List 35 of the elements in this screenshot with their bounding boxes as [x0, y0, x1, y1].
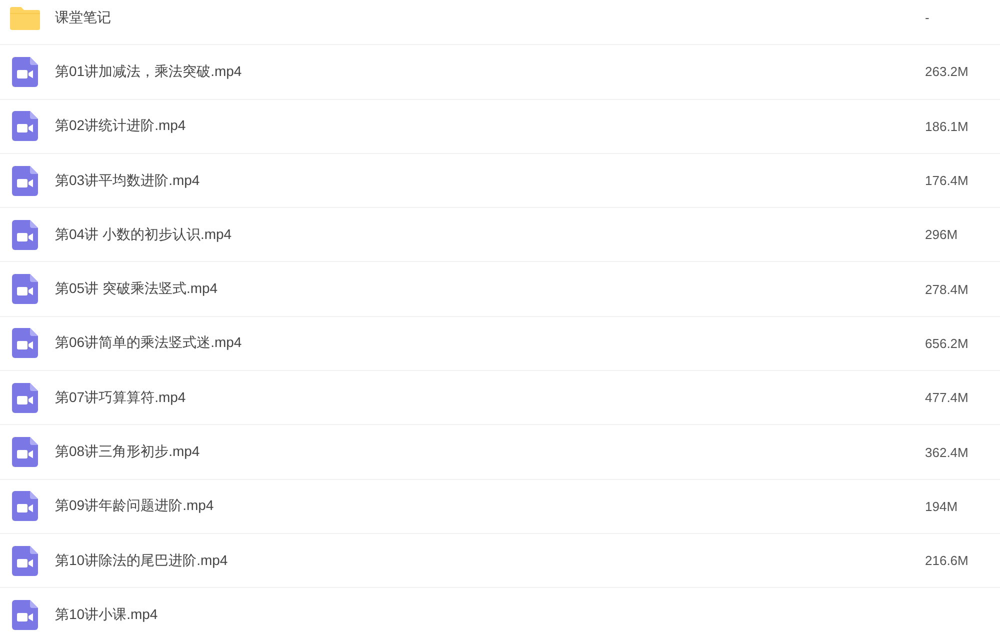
- file-size: 296M: [925, 227, 958, 242]
- video-file-icon: [12, 111, 38, 142]
- file-size: 477.4M: [925, 390, 968, 406]
- file-name[interactable]: 第08讲三角形初步.mp4: [55, 443, 200, 462]
- file-name[interactable]: 第04讲 小数的初步认识.mp4: [55, 226, 232, 244]
- file-size: 216.6M: [925, 553, 968, 568]
- file-size: 176.4M: [925, 173, 968, 188]
- file-name[interactable]: 课堂笔记: [55, 8, 111, 27]
- video-file-icon: [12, 220, 38, 250]
- video-file-icon: [12, 382, 38, 413]
- video-file-icon: [12, 491, 38, 522]
- file-name[interactable]: 第05讲 突破乘法竖式.mp4: [55, 280, 218, 298]
- file-name[interactable]: 第07讲巧算算符.mp4: [55, 388, 186, 407]
- video-file-icon: [12, 546, 38, 576]
- file-name[interactable]: 第01讲加减法，乘法突破.mp4: [55, 62, 242, 81]
- file-name[interactable]: 第02讲统计进阶.mp4: [55, 117, 186, 136]
- file-size: 186.1M: [925, 118, 968, 134]
- video-file-icon: [12, 56, 38, 87]
- video-file-icon: [12, 600, 38, 630]
- video-file-icon: [12, 166, 38, 196]
- video-file-icon: [12, 328, 38, 358]
- file-size: 656.2M: [925, 336, 968, 351]
- video-file-icon: [12, 437, 38, 468]
- file-name[interactable]: 第03讲平均数进阶.mp4: [55, 172, 200, 190]
- file-name[interactable]: 第10讲小课.mp4: [55, 606, 158, 624]
- file-name[interactable]: 第06讲简单的乘法竖式迷.mp4: [55, 334, 242, 352]
- file-size: 362.4M: [925, 444, 968, 460]
- file-size: 278.4M: [925, 282, 968, 297]
- file-name[interactable]: 第09讲年龄问题进阶.mp4: [55, 497, 214, 516]
- video-file-icon: [12, 274, 38, 304]
- folder-icon: [10, 6, 40, 30]
- file-name[interactable]: 第10讲除法的尾巴进阶.mp4: [55, 552, 228, 570]
- file-size: 263.2M: [925, 64, 968, 80]
- file-size: 194M: [925, 498, 958, 514]
- file-size: -: [925, 10, 930, 26]
